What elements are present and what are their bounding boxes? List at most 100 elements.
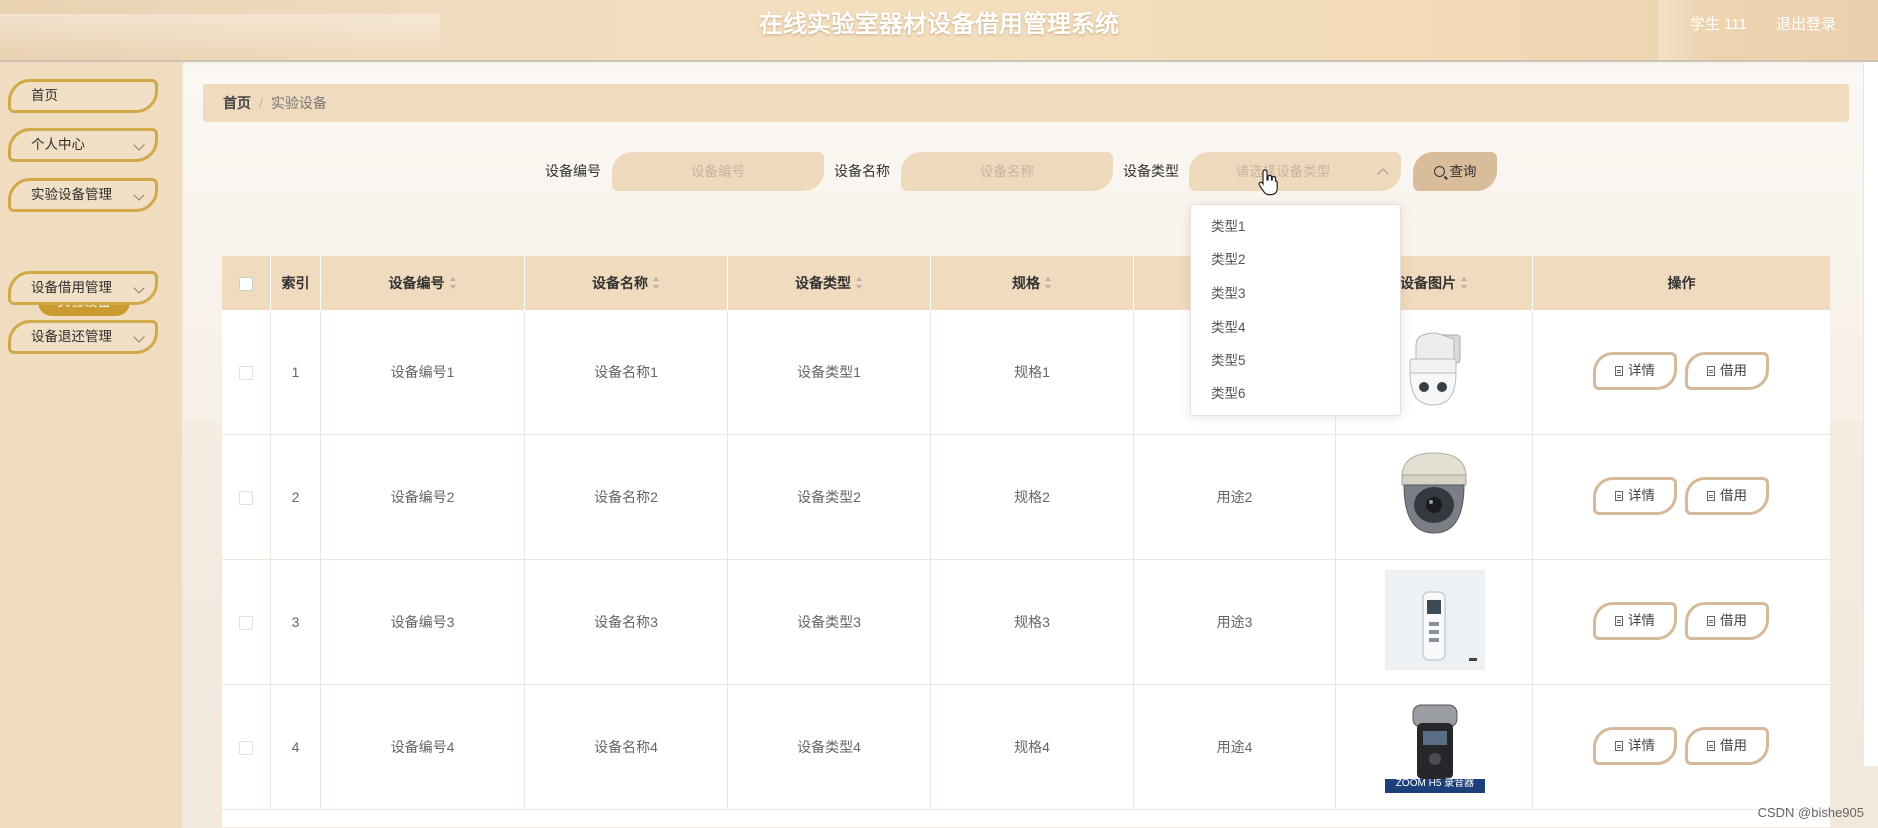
cell-actions: 详情 借用: [1533, 685, 1830, 810]
document-icon: [1707, 366, 1715, 376]
watermark: CSDN @bishe905: [1757, 805, 1864, 820]
table-row: 3 设备编号3 设备名称3 设备类型3 规格3 用途3 详情 借用: [222, 560, 1830, 685]
logout-link[interactable]: 退出登录: [1776, 0, 1836, 50]
sort-icon: [449, 277, 457, 289]
borrow-button-label: 借用: [1720, 738, 1747, 753]
detail-button[interactable]: 详情: [1593, 727, 1677, 765]
code-label: 设备编号: [545, 163, 601, 179]
cell-index: 4: [271, 685, 321, 810]
search-icon: [1433, 166, 1445, 177]
app-title: 在线实验室器材设备借用管理系统: [759, 11, 1119, 38]
chevron-down-icon: [133, 139, 145, 151]
image-caption: ZOOM H5 录音器: [1395, 778, 1475, 789]
equipment-table: 索引 设备编号 设备名称 设备类型 规格 用途 设备图片 操作 1 设备编号1 …: [222, 256, 1830, 828]
borrow-button-label: 借用: [1720, 363, 1747, 378]
cell-index: 2: [271, 435, 321, 560]
vertical-scrollbar[interactable]: [1863, 62, 1878, 766]
dropdown-option[interactable]: 类型2: [1211, 250, 1246, 270]
dome-camera-image: [1401, 452, 1467, 534]
query-button[interactable]: 查询: [1413, 152, 1497, 191]
borrow-button[interactable]: 借用: [1685, 727, 1769, 765]
top-header: 在线实验室器材设备借用管理系统 学生 111 退出登录: [0, 0, 1878, 62]
dropdown-option[interactable]: 类型6: [1211, 384, 1246, 404]
header-type[interactable]: 设备类型: [728, 256, 931, 310]
cell-spec: 规格4: [931, 685, 1134, 810]
sidebar-item-home[interactable]: 首页: [8, 79, 158, 113]
borrow-button[interactable]: 借用: [1685, 602, 1769, 640]
code-input[interactable]: [612, 152, 824, 191]
borrow-button[interactable]: 借用: [1685, 477, 1769, 515]
dropdown-option[interactable]: 类型1: [1211, 217, 1246, 237]
row-checkbox-cell: [222, 685, 271, 810]
cell-type: 设备类型2: [728, 435, 931, 560]
cell-type: 设备类型3: [728, 560, 931, 685]
breadcrumb-home[interactable]: 首页: [223, 95, 251, 111]
voice-recorder-image: [1385, 570, 1485, 670]
document-icon: [1707, 741, 1715, 751]
sidebar-item-label: 首页: [31, 88, 58, 103]
header-code[interactable]: 设备编号: [321, 256, 525, 310]
sidebar-item-personal-center[interactable]: 个人中心: [8, 128, 158, 162]
row-checkbox[interactable]: [239, 741, 253, 756]
detail-button[interactable]: 详情: [1593, 602, 1677, 640]
cell-type: 设备类型4: [728, 685, 931, 810]
borrow-button[interactable]: 借用: [1685, 352, 1769, 390]
document-icon: [1707, 616, 1715, 626]
type-label: 设备类型: [1123, 163, 1179, 179]
type-select[interactable]: 请选择设备类型: [1189, 152, 1401, 191]
detail-button-label: 详情: [1628, 488, 1655, 503]
dropdown-option[interactable]: 类型5: [1211, 351, 1246, 371]
cell-type: 设备类型1: [728, 310, 931, 435]
cell-actions: 详情 借用: [1533, 435, 1830, 560]
select-all-checkbox[interactable]: [239, 277, 253, 292]
cell-spec: 规格2: [931, 435, 1134, 560]
cell-spec: 规格3: [931, 560, 1134, 685]
table-header: 索引 设备编号 设备名称 设备类型 规格 用途 设备图片 操作: [222, 256, 1830, 310]
cell-image: [1336, 435, 1533, 560]
chevron-up-icon: [1377, 168, 1389, 180]
header-name[interactable]: 设备名称: [525, 256, 728, 310]
row-checkbox-cell: [222, 435, 271, 560]
sidebar-item-return-management[interactable]: 设备退还管理: [8, 320, 158, 354]
name-label: 设备名称: [834, 163, 890, 179]
header-actions: 操作: [1667, 275, 1696, 291]
table-row: 4 设备编号4 设备名称4 设备类型4 规格4 用途4 ZOOM H5 录音器 …: [222, 685, 1830, 810]
row-checkbox[interactable]: [239, 366, 253, 381]
sidebar-item-label: 设备退还管理: [31, 329, 112, 344]
table-row: 2 设备编号2 设备名称2 设备类型2 规格2 用途2 详情 借用: [222, 435, 1830, 560]
name-input[interactable]: [901, 152, 1113, 191]
hand-cursor-icon: [1258, 169, 1278, 196]
document-icon: [1615, 491, 1623, 501]
cell-actions: 详情 借用: [1533, 310, 1830, 435]
detail-button-label: 详情: [1628, 613, 1655, 628]
header-index: 索引: [271, 256, 321, 310]
sidebar-item-borrow-management[interactable]: 设备借用管理: [8, 271, 158, 305]
detail-button[interactable]: 详情: [1593, 352, 1677, 390]
sort-icon: [855, 277, 863, 289]
detail-button-label: 详情: [1628, 738, 1655, 753]
dropdown-option[interactable]: 类型4: [1211, 318, 1246, 338]
borrow-button-label: 借用: [1720, 613, 1747, 628]
table-row: [222, 810, 1830, 828]
row-checkbox[interactable]: [239, 491, 253, 506]
current-user: 学生 111: [1690, 16, 1747, 33]
chevron-down-icon: [133, 331, 145, 343]
sidebar-item-label: 实验设备管理: [31, 187, 112, 202]
cell-index: 3: [271, 560, 321, 685]
breadcrumb: 首页 / 实验设备: [203, 84, 1849, 122]
cell-use: 用途3: [1134, 560, 1336, 685]
row-checkbox-cell: [222, 310, 271, 435]
sidebar-item-label: 个人中心: [31, 137, 85, 152]
dropdown-option[interactable]: 类型3: [1211, 284, 1246, 304]
cell-name: 设备名称3: [525, 560, 728, 685]
detail-button[interactable]: 详情: [1593, 477, 1677, 515]
detail-button-label: 详情: [1628, 363, 1655, 378]
cell-code: 设备编号3: [321, 560, 525, 685]
breadcrumb-separator: /: [259, 95, 263, 111]
header-spec[interactable]: 规格: [931, 256, 1134, 310]
cell-actions: 详情 借用: [1533, 560, 1830, 685]
cell-use: 用途4: [1134, 685, 1336, 810]
sidebar-item-equipment-management[interactable]: 实验设备管理: [8, 178, 158, 212]
row-checkbox[interactable]: [239, 616, 253, 631]
cell-name: 设备名称1: [525, 310, 728, 435]
